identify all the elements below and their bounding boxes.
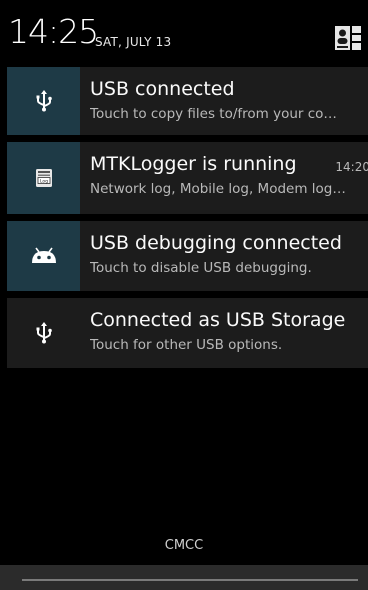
notification-subtitle: Touch for other USB options. <box>90 337 283 353</box>
notification-icon-box: Log <box>7 142 80 214</box>
notification-subtitle: Touch to disable USB debugging. <box>90 260 312 276</box>
notification-title: MTKLogger is running <box>90 153 297 175</box>
quick-settings-icon <box>335 26 361 50</box>
notification-header: 14:25 SAT, JULY 13 <box>0 0 368 64</box>
notification-usb-connected[interactable]: USB connected Touch to copy files to/fro… <box>7 67 368 135</box>
date: SAT, JULY 13 <box>95 35 172 49</box>
svg-text:Log: Log <box>39 178 47 184</box>
quick-settings-button[interactable] <box>334 25 362 51</box>
usb-icon <box>36 322 52 344</box>
log-app-icon: Log <box>35 169 52 187</box>
clock: 14:25 <box>8 12 99 51</box>
android-icon <box>31 247 56 263</box>
notification-subtitle: Network log, Mobile log, Modem log… <box>90 181 346 197</box>
carrier-label: CMCC <box>164 538 204 553</box>
notification-title: Connected as USB Storage <box>90 309 346 331</box>
drag-handle-bar <box>22 579 358 581</box>
notification-usb-debugging[interactable]: USB debugging connected Touch to disable… <box>7 221 368 291</box>
notification-title: USB connected <box>90 78 235 100</box>
notification-mtklogger[interactable]: Log MTKLogger is running 14:20 Network l… <box>7 142 368 214</box>
notification-usb-storage[interactable]: Connected as USB Storage Touch for other… <box>7 298 368 368</box>
notification-icon-box <box>7 298 80 368</box>
notification-subtitle: Touch to copy files to/from your co… <box>90 106 337 122</box>
notification-icon-box <box>7 221 80 291</box>
notification-icon-box <box>7 67 80 135</box>
notification-title: USB debugging connected <box>90 232 342 254</box>
usb-icon <box>36 90 52 112</box>
shade-drag-handle[interactable] <box>0 565 368 590</box>
notification-time: 14:20 <box>335 160 368 174</box>
